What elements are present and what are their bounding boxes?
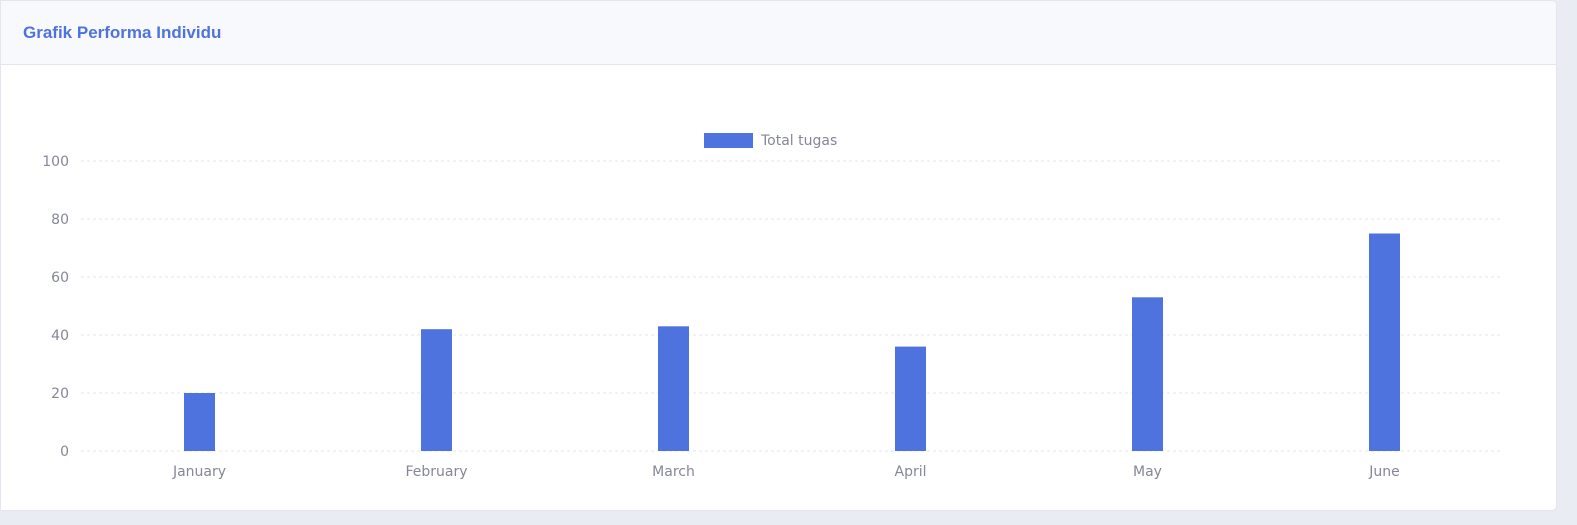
legend-label[interactable]: Total tugas <box>760 133 837 149</box>
chart-card: Grafik Performa Individu 0 20 40 60 80 100 Ja… <box>0 0 1557 511</box>
x-tick-label: April <box>895 464 927 480</box>
bars <box>184 233 1400 452</box>
x-tick-label: February <box>405 464 467 480</box>
bar-may[interactable] <box>1132 297 1163 451</box>
y-tick-label: 0 <box>60 444 69 460</box>
y-tick-label: 40 <box>51 328 69 344</box>
y-tick-label: 60 <box>51 270 69 286</box>
y-tick-label: 80 <box>51 212 69 228</box>
card-header: Grafik Performa Individu <box>1 1 1556 65</box>
bar-june[interactable] <box>1369 233 1400 452</box>
y-tick-label: 100 <box>42 154 69 170</box>
x-tick-label: March <box>652 464 695 480</box>
bar-february[interactable] <box>421 329 452 451</box>
bar-april[interactable] <box>895 346 926 451</box>
legend[interactable]: Total tugas <box>704 133 837 149</box>
bar-january[interactable] <box>184 393 215 451</box>
grid-lines <box>81 160 1503 452</box>
x-tick-label: May <box>1133 464 1162 480</box>
x-tick-label: June <box>1368 464 1400 480</box>
x-tick-label: January <box>172 464 226 480</box>
card-title: Grafik Performa Individu <box>23 22 222 42</box>
y-axis-ticks: 0 20 40 60 80 100 <box>42 154 69 460</box>
legend-swatch[interactable] <box>704 133 753 148</box>
bar-march[interactable] <box>658 326 689 451</box>
bar-chart: 0 20 40 60 80 100 January February March April Ma… <box>42 133 1503 480</box>
chart-area: 0 20 40 60 80 100 January February March April Ma… <box>1 65 1556 510</box>
x-axis-ticks: January February March April May June <box>172 464 1400 480</box>
y-tick-label: 20 <box>51 386 69 402</box>
